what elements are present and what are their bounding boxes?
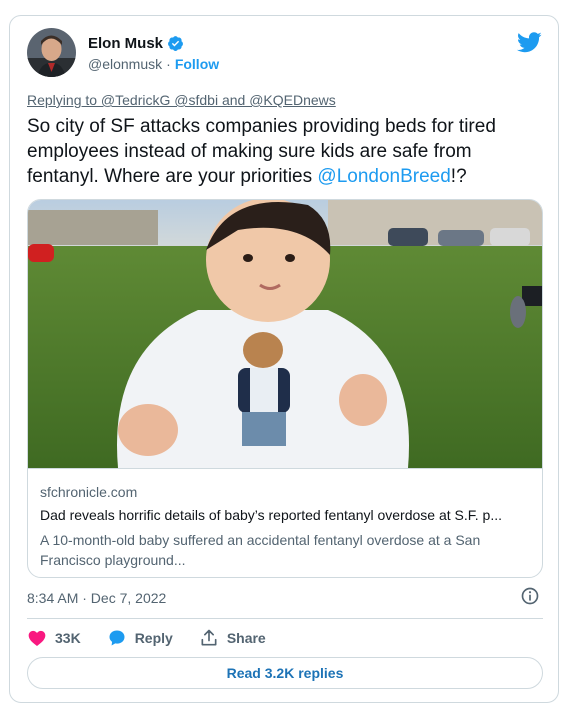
preview-image (28, 200, 542, 468)
link-domain: sfchronicle.com (40, 484, 138, 500)
follow-button[interactable]: Follow (175, 56, 219, 72)
reply-label: Reply (134, 630, 173, 646)
heart-icon (28, 630, 46, 646)
author-name[interactable]: Elon Musk (88, 35, 163, 52)
tweet-timestamp[interactable]: 8:34 AM · Dec 7, 2022 (27, 590, 166, 606)
info-icon[interactable] (520, 586, 540, 606)
share-button[interactable]: Share (199, 628, 266, 648)
reply-context[interactable]: Replying to @TedrickG @sfdbi and @KQEDne… (27, 92, 336, 108)
divider (27, 618, 543, 619)
author-name-row: Elon Musk (88, 35, 184, 52)
handle-separator: · (166, 56, 171, 72)
mention-link[interactable]: @LondonBreed (317, 166, 450, 187)
likes-count: 33K (55, 630, 81, 646)
tweet-text: So city of SF attacks companies providin… (27, 114, 547, 189)
avatar[interactable] (27, 28, 76, 77)
share-label: Share (226, 630, 266, 646)
link-card-text[interactable]: sfchronicle.com Dad reveals horrific det… (28, 468, 542, 577)
action-bar: 33K Reply Share (27, 626, 292, 650)
link-title: Dad reveals horrific details of baby’s r… (40, 507, 502, 523)
verified-badge-icon (168, 36, 183, 51)
reply-bubble-icon (109, 630, 125, 646)
author-handle-row: @elonmusk · Follow (88, 56, 219, 72)
author-handle[interactable]: @elonmusk (88, 56, 162, 72)
tweet-card: Elon Musk @elonmusk · Follow Replying to… (9, 15, 559, 703)
tweet-text-tail: !? (450, 166, 467, 187)
link-description: A 10-month-old baby suffered an accident… (40, 532, 481, 568)
like-button[interactable]: 33K (27, 628, 81, 648)
read-replies-button[interactable]: Read 3.2K replies (27, 657, 543, 689)
share-icon (201, 629, 217, 646)
link-preview-card[interactable]: sfchronicle.com Dad reveals horrific det… (27, 199, 543, 578)
reply-button[interactable]: Reply (107, 628, 173, 648)
twitter-bird-icon[interactable] (517, 32, 542, 53)
